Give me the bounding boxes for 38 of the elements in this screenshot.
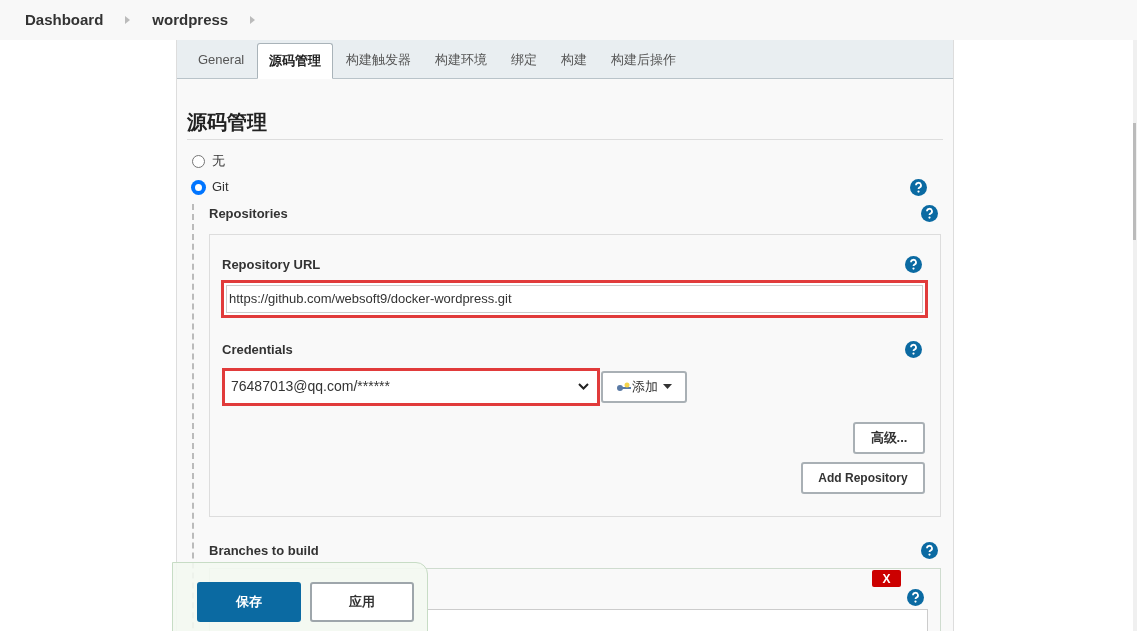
url-input-field[interactable]: https://github.com/websoft9/docker-wordpress.git	[221, 280, 928, 318]
tab[interactable]: 构建	[550, 42, 599, 78]
breadcrumb-link[interactable]: wordpress	[152, 8, 229, 32]
help-icon[interactable]	[905, 341, 922, 359]
tab[interactable]: General	[187, 42, 256, 78]
field-label: Credentials	[222, 341, 293, 359]
help-icon[interactable]	[905, 255, 922, 273]
breadcrumb-link[interactable]: Dashboard	[25, 8, 104, 32]
delete-button[interactable]: X	[872, 570, 901, 587]
advanced-button[interactable]: 高级...	[853, 421, 925, 454]
branches-label: Branches to build	[209, 541, 319, 560]
help-icon[interactable]	[921, 205, 938, 223]
help-icon[interactable]	[910, 178, 927, 196]
field-label: Repository URL	[222, 255, 321, 274]
radio-button[interactable]	[192, 180, 205, 194]
apply-button[interactable]: 应用	[310, 582, 414, 622]
radio-label: 无	[212, 152, 225, 171]
help-icon[interactable]	[921, 541, 938, 559]
add-repository-button[interactable]: Add Repository	[801, 461, 925, 494]
tab[interactable]: 绑定	[500, 42, 549, 78]
credentials-select[interactable]: 76487013@qq.com/******	[222, 367, 600, 406]
tab[interactable]: 源码管理	[257, 43, 334, 79]
repositories-label: Repositories	[209, 205, 288, 223]
caret-icon	[250, 16, 256, 24]
save-button[interactable]: 保存	[197, 582, 301, 622]
tab[interactable]: 构建触发器	[335, 42, 423, 78]
key-icon	[616, 381, 631, 392]
caret-icon	[125, 16, 131, 24]
tab[interactable]: 构建环境	[424, 42, 499, 78]
radio-button[interactable]	[192, 154, 205, 168]
chevron-down-icon	[578, 383, 589, 390]
radio-label: Git	[212, 178, 229, 197]
branch-input-field[interactable]	[428, 609, 928, 631]
help-icon[interactable]	[907, 589, 924, 606]
caret-down-icon	[662, 384, 672, 389]
section-title: 源码管理	[187, 107, 943, 140]
tab[interactable]: 构建后操作	[600, 42, 688, 78]
add-credentials-button[interactable]: 添加	[601, 370, 687, 403]
